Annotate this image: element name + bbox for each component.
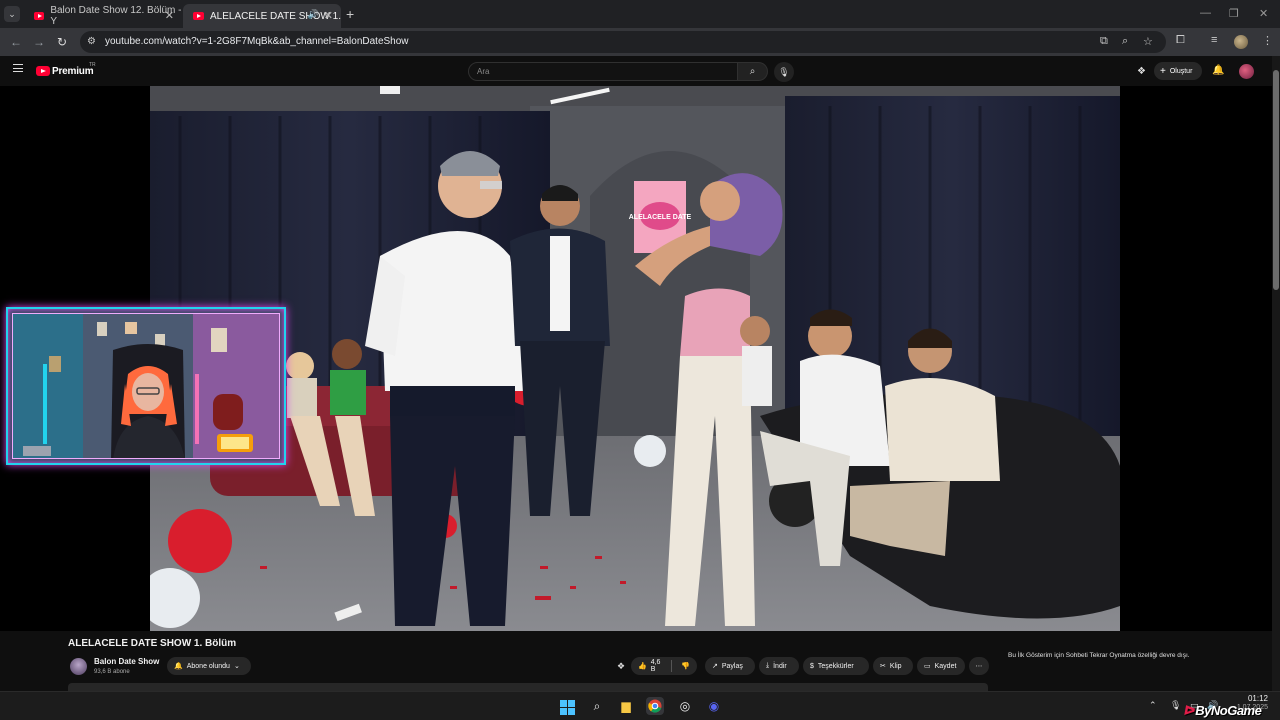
search-placeholder: Ara bbox=[477, 67, 490, 76]
browser-menu-icon[interactable]: ⋮ bbox=[1262, 34, 1273, 47]
gemini-icon[interactable]: ❖ bbox=[617, 661, 625, 672]
search-input[interactable]: Ara bbox=[468, 62, 738, 81]
thanks-label: Teşekkürler bbox=[817, 662, 854, 670]
youtube-logo-icon[interactable] bbox=[36, 66, 50, 76]
save-button[interactable]: ▭ Kaydet bbox=[917, 657, 965, 675]
bell-icon: 🔔 bbox=[174, 663, 183, 670]
download-label: İndir bbox=[773, 662, 787, 670]
taskbar-clock[interactable]: 01:12 bbox=[1236, 694, 1268, 703]
subscribe-label: Abone olundu bbox=[186, 662, 230, 670]
webcam-feed bbox=[12, 313, 280, 459]
tab-close-icon[interactable]: ✕ bbox=[165, 9, 174, 22]
extensions-icon[interactable]: ⧠ bbox=[1176, 34, 1185, 47]
file-explorer-icon[interactable]: ▆ bbox=[617, 697, 635, 715]
country-code: TR bbox=[89, 62, 96, 68]
new-tab-button[interactable]: + bbox=[346, 6, 354, 22]
browser-profile-avatar[interactable] bbox=[1234, 35, 1248, 49]
streamer-webcam-overlay bbox=[6, 307, 286, 465]
subscribe-button[interactable]: 🔔 Abone olundu ⌄ bbox=[167, 657, 251, 675]
share-button[interactable]: ↗ Paylaş bbox=[705, 657, 755, 675]
download-icon: ⤓ bbox=[766, 662, 770, 669]
share-label: Paylaş bbox=[721, 662, 743, 670]
download-button[interactable]: ⤓ İndir bbox=[759, 657, 799, 675]
thumbs-up-icon[interactable]: 👍 bbox=[638, 662, 647, 670]
discord-icon[interactable]: ◉ bbox=[705, 697, 723, 715]
youtube-favicon-icon bbox=[34, 12, 45, 20]
zoom-icon[interactable]: ⌕ bbox=[1122, 35, 1128, 48]
tab-title: Balon Date Show 12. Bölüm - Y bbox=[50, 5, 182, 27]
youtube-premium-label[interactable]: Premium bbox=[52, 66, 94, 77]
browser-tab[interactable]: Balon Date Show 12. Bölüm - Y ✕ bbox=[24, 4, 182, 28]
channel-name[interactable]: Balon Date Show bbox=[94, 657, 159, 666]
thanks-icon: $ bbox=[810, 662, 814, 670]
chat-replay-disabled-note: Bu İlk Gösterim için Sohbeti Tekrar Oyna… bbox=[1008, 652, 1190, 659]
like-dislike-group: 👍 4,6 B 👎 bbox=[631, 657, 697, 675]
close-window-icon[interactable]: ✕ bbox=[1259, 7, 1268, 20]
browser-tab-bar: ⌄ Balon Date Show 12. Bölüm - Y ✕ ALELAC… bbox=[0, 0, 1280, 28]
back-icon[interactable]: ← bbox=[10, 35, 22, 49]
install-app-icon[interactable]: ⧉ bbox=[1100, 35, 1108, 48]
video-scene: ALELACELE DATE bbox=[150, 86, 1120, 631]
speaker-icon[interactable]: 🔊 bbox=[308, 9, 319, 20]
youtube-header: Premium TR Ara ⌕ 🎙 ❖ + Oluştur 🔔 bbox=[0, 56, 1280, 86]
scrollbar-thumb[interactable] bbox=[1273, 70, 1279, 290]
search-icon[interactable]: ⌕ bbox=[588, 697, 606, 715]
gem-icon[interactable]: ❖ bbox=[1137, 66, 1146, 77]
plus-icon: + bbox=[1160, 65, 1166, 77]
windows-taskbar: ⌕ ▆ ◎ ◉ ⌃ 🎙 ▭ 🔊 01:12 1.07.2025 bbox=[0, 691, 1280, 720]
more-actions-button[interactable]: ⋯ bbox=[969, 657, 989, 675]
youtube-account-avatar[interactable] bbox=[1239, 64, 1254, 79]
clip-label: Klip bbox=[889, 662, 902, 670]
watermark-text: ByNoGame bbox=[1195, 703, 1262, 718]
url-text[interactable]: youtube.com/watch?v=1-2G8F7MqBk&ab_chann… bbox=[105, 36, 409, 47]
tray-chevron-up-icon[interactable]: ⌃ bbox=[1149, 700, 1157, 711]
reload-icon[interactable]: ↻ bbox=[57, 35, 67, 49]
like-count[interactable]: 4,6 B bbox=[651, 659, 661, 673]
channel-avatar[interactable] bbox=[70, 658, 87, 675]
chrome-icon[interactable] bbox=[646, 697, 664, 715]
browser-tab-active[interactable]: ALELACELE DATE SHOW 1. 🔊 ✕ bbox=[183, 4, 341, 28]
tab-close-icon[interactable]: ✕ bbox=[324, 9, 333, 22]
media-controls-icon[interactable]: ≡ bbox=[1211, 34, 1217, 46]
windows-start-icon[interactable] bbox=[558, 697, 576, 715]
address-bar[interactable]: ⚙ youtube.com/watch?v=1-2G8F7MqBk&ab_cha… bbox=[80, 31, 1166, 53]
save-icon: ▭ bbox=[924, 663, 931, 670]
video-frame[interactable]: ALELACELE DATE bbox=[150, 86, 1120, 631]
search-icon[interactable]: ⌕ bbox=[737, 62, 768, 81]
notifications-bell-icon[interactable]: 🔔 bbox=[1212, 65, 1224, 76]
scissors-icon: ✂ bbox=[880, 663, 886, 670]
microphone-icon[interactable]: 🎙 bbox=[774, 62, 794, 82]
description-box[interactable] bbox=[68, 683, 988, 691]
webcam-scene bbox=[13, 314, 279, 458]
thumbs-down-icon[interactable]: 👎 bbox=[681, 662, 690, 670]
tab-title: ALELACELE DATE SHOW 1. bbox=[210, 10, 341, 22]
youtube-favicon-icon bbox=[193, 12, 204, 20]
subscriber-count: 93,6 B abone bbox=[94, 669, 130, 675]
share-icon: ↗ bbox=[712, 663, 718, 670]
hamburger-menu-icon[interactable] bbox=[13, 64, 23, 72]
like-divider bbox=[670, 660, 672, 672]
browser-toolbar: ← → ↻ ⚙ youtube.com/watch?v=1-2G8F7MqBk&… bbox=[0, 28, 1280, 56]
watermark-logo-icon: ᐅ bbox=[1184, 703, 1196, 718]
tab-list-button[interactable]: ⌄ bbox=[4, 6, 20, 22]
chevron-down-icon: ⌄ bbox=[233, 663, 240, 670]
microphone-tray-icon[interactable]: 🎙 bbox=[1170, 700, 1181, 711]
create-button[interactable]: + Oluştur bbox=[1154, 62, 1202, 80]
forward-icon[interactable]: → bbox=[33, 35, 45, 49]
create-label: Oluştur bbox=[1169, 67, 1193, 75]
minimize-icon[interactable]: — bbox=[1200, 7, 1211, 19]
save-label: Kaydet bbox=[934, 662, 957, 670]
clip-button[interactable]: ✂ Klip bbox=[873, 657, 913, 675]
video-title: ALELACELE DATE SHOW 1. Bölüm bbox=[68, 638, 237, 649]
site-info-icon[interactable]: ⚙ bbox=[87, 36, 96, 47]
bynogame-watermark: ᐅByNoGame bbox=[1184, 703, 1262, 719]
maximize-icon[interactable]: ❐ bbox=[1229, 7, 1239, 20]
poster-text: ALELACELE DATE bbox=[629, 214, 692, 221]
thanks-button[interactable]: $ Teşekkürler bbox=[803, 657, 869, 675]
bookmark-star-icon[interactable]: ☆ bbox=[1143, 35, 1153, 48]
app-icon-red-dot[interactable]: ◎ bbox=[676, 697, 694, 715]
